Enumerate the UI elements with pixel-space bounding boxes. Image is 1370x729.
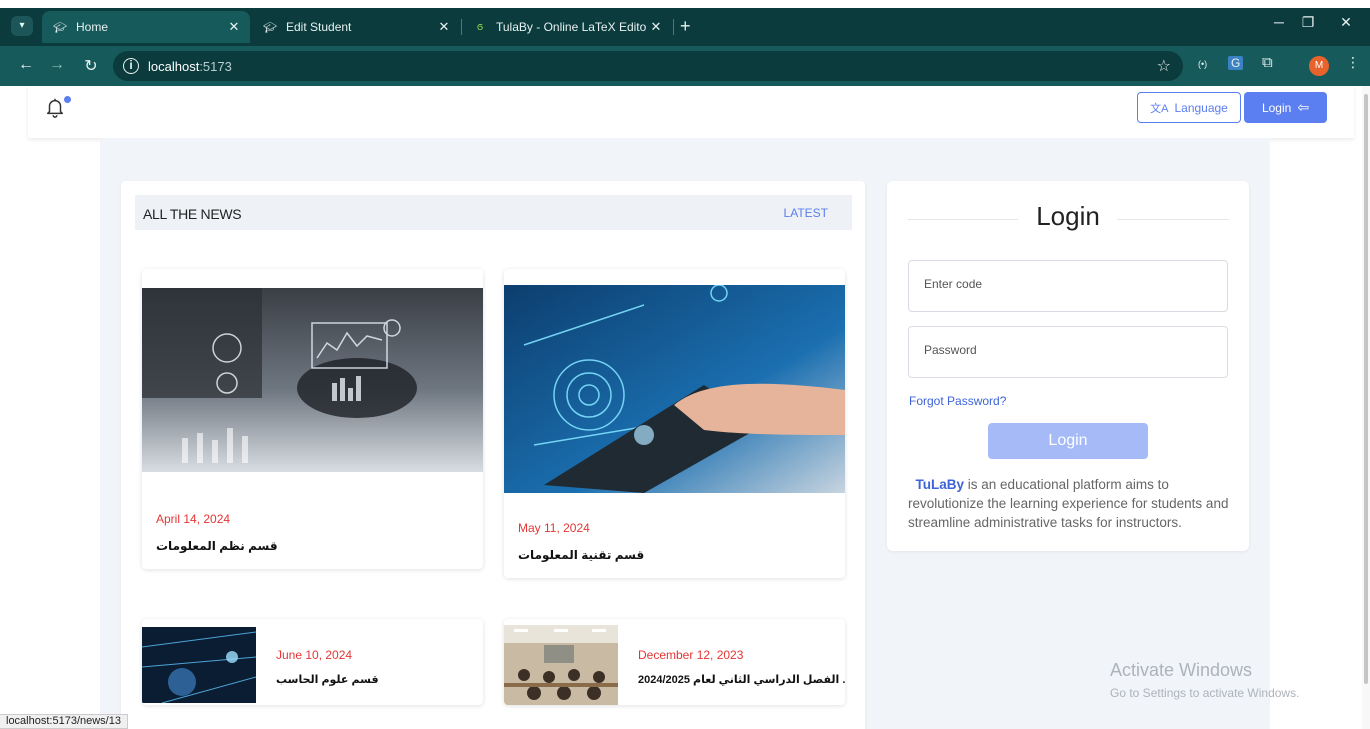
close-icon[interactable]: ✕ xyxy=(224,19,244,35)
activate-windows-watermark: Activate Windows Go to Settings to activ… xyxy=(1110,660,1299,700)
minimize-icon[interactable]: ─ xyxy=(1269,14,1289,30)
article-title[interactable]: قسم علوم الحاسب xyxy=(276,673,379,686)
back-icon[interactable]: ← xyxy=(16,56,36,74)
header-login-button[interactable]: Login ⇦ xyxy=(1244,92,1327,123)
translate-extension-icon[interactable]: G xyxy=(1228,56,1244,70)
site-header: 文A Language Login ⇦ xyxy=(28,86,1354,138)
login-arrow-icon: ⇦ xyxy=(1297,99,1310,115)
login-submit-button[interactable]: Login xyxy=(988,423,1148,459)
tab-title: TulaBy - Online LaTeX Editor O... xyxy=(496,20,646,34)
article-title[interactable]: ... الفصل الدراسي الثاني لعام 2024/2025 xyxy=(638,673,845,686)
news-article-card[interactable]: April 14, 2024 قسم نظم المعلومات xyxy=(142,269,483,569)
site-info-icon[interactable]: i xyxy=(123,58,139,74)
notification-dot xyxy=(64,96,71,103)
latest-link[interactable]: LATEST xyxy=(784,206,828,220)
close-icon[interactable]: ✕ xyxy=(434,19,454,35)
code-input[interactable]: Enter code xyxy=(908,260,1228,312)
main-content: ALL THE NEWS LATEST April 14, 2024 قسم ن… xyxy=(100,138,1270,729)
media-icon[interactable]: (•) xyxy=(1198,59,1207,69)
extensions-puzzle-icon[interactable]: ⧉ xyxy=(1262,54,1273,71)
watermark-title: Activate Windows xyxy=(1110,660,1253,680)
article-image xyxy=(142,627,256,703)
article-image xyxy=(504,285,845,493)
tab-title: Edit Student xyxy=(286,20,352,34)
restore-icon[interactable]: ❐ xyxy=(1298,14,1318,31)
close-icon[interactable]: ✕ xyxy=(646,19,666,35)
login-title: Login xyxy=(1036,201,1100,231)
url-text: localhost:5173 xyxy=(148,59,232,74)
graduation-cap-icon: 🎓︎ xyxy=(263,21,277,34)
forward-icon[interactable]: → xyxy=(47,56,67,74)
screen-top-edge xyxy=(0,0,1370,8)
article-date: April 14, 2024 xyxy=(156,512,231,526)
bookmark-star-icon[interactable]: ☆ xyxy=(1157,56,1171,76)
leaf-icon: ϭ xyxy=(476,21,484,33)
scrollbar-thumb[interactable] xyxy=(1364,94,1368,684)
news-article-card[interactable]: June 10, 2024 قسم علوم الحاسب xyxy=(142,619,483,705)
article-title[interactable]: قسم تقنية المعلومات xyxy=(518,548,644,562)
brand-name: TuLaBy xyxy=(915,477,965,492)
tab-title: Home xyxy=(76,20,109,34)
login-label: Login xyxy=(1261,100,1292,115)
translate-icon: 文A xyxy=(1150,102,1169,115)
news-heading: ALL THE NEWS xyxy=(143,206,242,222)
page-scrollbar[interactable] xyxy=(1362,86,1370,729)
close-window-icon[interactable]: ✕ xyxy=(1336,14,1356,31)
notification-bell-icon[interactable] xyxy=(44,96,66,118)
language-label: Language xyxy=(1174,100,1228,115)
new-tab-button[interactable]: + xyxy=(680,16,691,36)
forgot-password-link[interactable]: Forgot Password? xyxy=(909,394,1006,408)
browser-toolbar: ← → ↻ i localhost:5173 ☆ (•) G ⧉ M ⋮ xyxy=(0,46,1370,86)
article-image xyxy=(504,625,618,705)
graduation-cap-icon: 🎓︎ xyxy=(53,21,67,34)
platform-description: TuLaBy is an educational platform aims t… xyxy=(908,475,1238,532)
reload-icon[interactable]: ↻ xyxy=(81,56,101,76)
tab-home[interactable]: 🎓︎ Home ✕ xyxy=(42,11,250,43)
link-status-bar: localhost:5173/news/13 xyxy=(0,714,128,729)
language-button[interactable]: 文A Language xyxy=(1137,92,1241,123)
browser-tab-strip: ▾ 🎓︎ Home ✕ 🎓︎ Edit Student ✕ ϭ TulaBy -… xyxy=(0,0,1370,50)
watermark-subtitle: Go to Settings to activate Windows. xyxy=(1110,686,1300,700)
news-panel: ALL THE NEWS LATEST April 14, 2024 قسم ن… xyxy=(121,181,865,729)
profile-avatar[interactable]: M xyxy=(1309,56,1329,76)
news-article-card[interactable]: December 12, 2023 ... الفصل الدراسي الثا… xyxy=(504,619,845,705)
tab-edit-student[interactable]: 🎓︎ Edit Student ✕ xyxy=(252,13,460,41)
news-article-card[interactable]: May 11, 2024 قسم تقنية المعلومات xyxy=(504,269,845,578)
web-page: 文A Language Login ⇦ ALL THE NEWS LATEST xyxy=(0,86,1362,729)
article-date: December 12, 2023 xyxy=(638,648,744,662)
article-date: May 11, 2024 xyxy=(518,521,590,535)
more-menu-icon[interactable]: ⋮ xyxy=(1346,54,1360,71)
article-image xyxy=(142,288,483,472)
tab-divider xyxy=(673,19,674,35)
news-header-bar: ALL THE NEWS LATEST xyxy=(135,195,852,230)
tab-search-button[interactable]: ▾ xyxy=(11,16,33,36)
tab-tulaby-latex[interactable]: ϭ TulaBy - Online LaTeX Editor O... ✕ xyxy=(462,13,672,41)
address-bar[interactable]: i localhost:5173 ☆ xyxy=(113,51,1183,81)
password-input[interactable]: Password xyxy=(908,326,1228,378)
article-date: June 10, 2024 xyxy=(276,648,353,662)
article-title[interactable]: قسم نظم المعلومات xyxy=(156,539,278,553)
login-panel: Login Enter code Password Forgot Passwor… xyxy=(887,181,1249,551)
